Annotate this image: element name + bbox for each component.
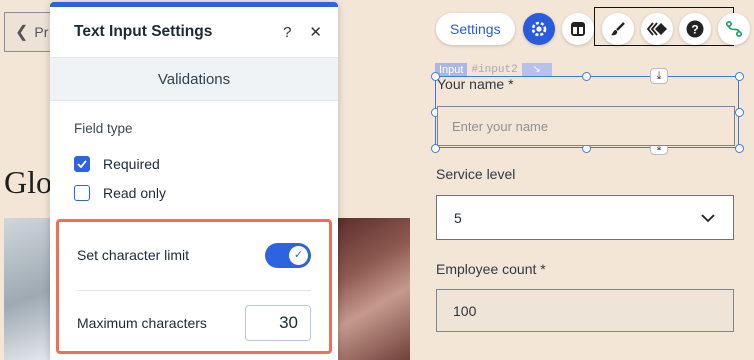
readonly-checkbox[interactable]	[74, 184, 90, 201]
previous-button-label: Pr	[34, 24, 49, 40]
panel-title: Text Input Settings	[74, 23, 213, 40]
max-characters-row: Maximum characters 30	[77, 304, 311, 342]
char-limit-toggle[interactable]: ✓	[265, 242, 311, 268]
readonly-option[interactable]: Read only	[74, 178, 314, 207]
employee-count-input[interactable]: 100	[436, 289, 734, 332]
service-level-select[interactable]: 5	[436, 195, 734, 240]
element-toolbar: Settings	[436, 12, 515, 46]
max-chars-input[interactable]: 30	[245, 305, 311, 341]
employee-count-value: 100	[453, 302, 477, 319]
panel-header: Text Input Settings ? ✕	[50, 7, 338, 58]
element-id: #input2	[471, 63, 518, 76]
employee-count-label: Employee count *	[436, 261, 546, 277]
layout-icon[interactable]	[562, 13, 594, 45]
chevron-left-icon: ❮	[15, 24, 29, 41]
background-photo-right	[338, 218, 410, 360]
required-label: Required	[103, 155, 160, 172]
chevron-down-icon	[701, 210, 715, 226]
name-input[interactable]: Enter your name	[437, 106, 735, 146]
svg-text:?: ?	[691, 23, 698, 37]
required-option[interactable]: Required	[74, 149, 314, 178]
resize-handle-mr[interactable]	[735, 108, 744, 117]
resize-handle-tr[interactable]	[735, 72, 744, 81]
help-icon[interactable]: ?	[283, 24, 291, 41]
field-type-title: Field type	[74, 121, 133, 136]
character-limit-row: Set character limit ✓	[77, 238, 311, 272]
resize-handle-tm[interactable]	[582, 72, 591, 81]
gear-icon[interactable]	[523, 13, 555, 45]
page-heading: Glo	[4, 164, 52, 200]
max-chars-label: Maximum characters	[77, 315, 207, 331]
stretch-top-icon[interactable]: ⤓	[650, 68, 668, 84]
name-field-label: Your name *	[437, 76, 514, 92]
resize-handle-br[interactable]	[735, 144, 744, 153]
element-label: Input #input2 ↘	[435, 62, 552, 77]
tab-validations[interactable]: Validations	[50, 58, 338, 101]
check-icon: ✓	[289, 245, 308, 265]
service-level-value: 5	[454, 209, 462, 226]
field-type-section: Field type Required Read only	[50, 101, 338, 207]
readonly-label: Read only	[103, 184, 167, 201]
character-limit-group: Set character limit ✓ Maximum characters…	[56, 219, 332, 354]
close-icon[interactable]: ✕	[309, 23, 322, 41]
help-icon[interactable]: ?	[679, 13, 711, 45]
settings-button[interactable]: Settings	[436, 13, 515, 45]
required-checkbox[interactable]	[74, 155, 90, 172]
background-photo-left	[4, 218, 56, 360]
animation-icon[interactable]	[641, 13, 673, 45]
paintbrush-icon[interactable]	[602, 13, 634, 45]
service-level-label: Service level	[436, 166, 516, 182]
char-limit-label: Set character limit	[77, 247, 190, 263]
connect-icon[interactable]	[718, 13, 750, 45]
connect-icon-small: ↘	[521, 62, 552, 77]
name-input-placeholder: Enter your name	[452, 118, 549, 134]
divider	[77, 290, 311, 291]
